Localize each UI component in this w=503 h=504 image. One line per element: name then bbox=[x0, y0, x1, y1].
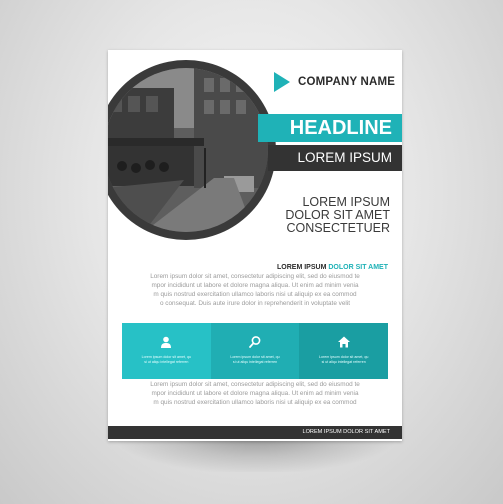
logo-triangle-icon bbox=[274, 72, 290, 92]
section-title-dark: LOREM IPSUM bbox=[277, 264, 327, 271]
street-photo bbox=[108, 68, 268, 232]
mockup-stage: COMPANY NAME HEADLINE LOREM IPSUM LOREM … bbox=[0, 0, 503, 504]
paragraph-line: mpor incididunt ut labore et dolore magn… bbox=[151, 390, 359, 397]
section-title: LOREM IPSUM DOLOR SIT AMET bbox=[277, 264, 388, 271]
paragraph-line: mpor incididunt ut labore et dolore magn… bbox=[151, 282, 359, 289]
paragraph-line: o consequat. Duis aute irure dolor in re… bbox=[159, 300, 351, 307]
paragraph-line: m quis nostrud exercitation ullamco labo… bbox=[153, 291, 357, 298]
panel-text: si ut aliqu intellegat referren bbox=[321, 360, 366, 364]
brand: COMPANY NAME bbox=[274, 72, 395, 92]
tagline-line: CONSECTETUER bbox=[286, 221, 390, 235]
street-photo-image bbox=[108, 68, 268, 232]
body-paragraph-2: Lorem ipsum dolor sit amet, consectetur … bbox=[118, 380, 392, 407]
feature-panel-home: Lorem ipsum dolor sit amet, qu si ut ali… bbox=[299, 323, 389, 379]
paragraph-line: m quis nostrud exercitation ullamco labo… bbox=[153, 399, 357, 406]
footer-bar: LOREM IPSUM DOLOR SIT AMET bbox=[108, 426, 402, 439]
company-name: COMPANY NAME bbox=[298, 76, 396, 88]
tagline: LOREM IPSUM DOLOR SIT AMET CONSECTETUER bbox=[285, 196, 390, 235]
paragraph-line: Lorem ipsum dolor sit amet, consectetur … bbox=[150, 273, 360, 280]
panel-text: si ut aliqu intellegat referren bbox=[144, 360, 189, 364]
feature-panel-search: Lorem ipsum dolor sit amet, qu si ut ali… bbox=[210, 323, 300, 379]
section-title-accent: DOLOR SIT AMET bbox=[328, 264, 388, 271]
panel-text: si ut aliqu intellegat referren bbox=[232, 360, 278, 364]
headline-banner: HEADLINE bbox=[258, 114, 402, 142]
feature-panel-user: Lorem ipsum dolor sit amet, qu si ut ali… bbox=[122, 323, 211, 379]
body-paragraph-1: Lorem ipsum dolor sit amet, consectetur … bbox=[118, 272, 392, 308]
footer-text: LOREM IPSUM DOLOR SIT AMET bbox=[302, 429, 390, 435]
search-icon bbox=[249, 336, 261, 348]
feature-panels: Lorem ipsum dolor sit amet, qu si ut ali… bbox=[122, 323, 389, 379]
subheadline-banner: LOREM IPSUM bbox=[268, 145, 402, 171]
home-icon bbox=[337, 336, 350, 348]
user-icon bbox=[161, 336, 172, 348]
flyer: COMPANY NAME HEADLINE LOREM IPSUM LOREM … bbox=[108, 50, 402, 441]
paragraph-line: Lorem ipsum dolor sit amet, consectetur … bbox=[150, 381, 360, 388]
